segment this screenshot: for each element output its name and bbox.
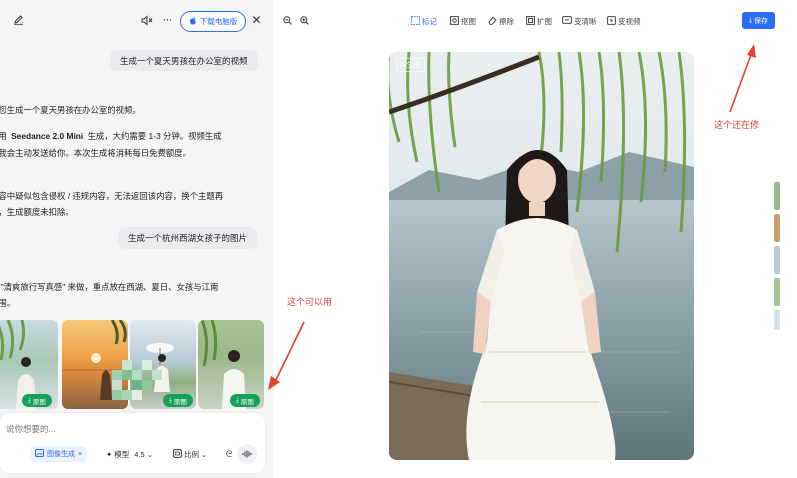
annotation-note-in-progress: 这个还在修 <box>714 120 760 130</box>
app-window: ··· 下载电脑版 ✕ 生成一个夏天男孩在办公室的视频 为您生成一个夏天男孩在办… <box>0 0 797 478</box>
annotation-note-usable: 这个可以用 <box>287 297 333 307</box>
annotation-arrows <box>268 44 756 390</box>
